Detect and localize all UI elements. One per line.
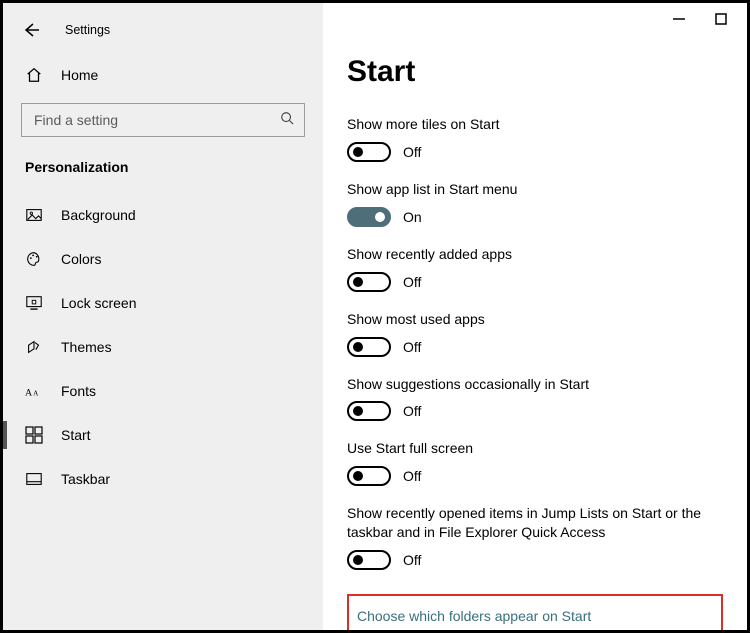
setting-label: Show recently added apps — [347, 245, 723, 264]
lock-screen-icon — [25, 294, 43, 312]
toggle-switch[interactable] — [347, 142, 391, 162]
maximize-button[interactable] — [715, 13, 727, 25]
setting-label: Show more tiles on Start — [347, 115, 723, 134]
toggle-switch[interactable] — [347, 550, 391, 570]
sidebar-item-start[interactable]: Start — [3, 413, 323, 457]
toggle-switch[interactable] — [347, 272, 391, 292]
sidebar: Settings Home Personalization — [3, 3, 323, 630]
toggle-switch[interactable] — [347, 337, 391, 357]
search-icon — [280, 111, 294, 130]
sidebar-item-label: Start — [61, 427, 91, 443]
toggle-switch[interactable] — [347, 466, 391, 486]
toggle-switch[interactable] — [347, 207, 391, 227]
svg-text:A: A — [33, 390, 39, 398]
setting-row: Show more tiles on Start Off — [347, 115, 723, 162]
main-content: Start Show more tiles on Start Off Show ap… — [323, 3, 747, 630]
setting-row: Show recently added apps Off — [347, 245, 723, 292]
setting-label: Show most used apps — [347, 310, 723, 329]
setting-label: Show suggestions occasionally in Start — [347, 375, 723, 394]
palette-icon — [25, 250, 43, 268]
search-input[interactable] — [32, 111, 252, 129]
page-title: Start — [347, 55, 723, 89]
toggle-state-text: Off — [403, 274, 421, 290]
svg-text:A: A — [25, 388, 33, 399]
home-nav[interactable]: Home — [3, 53, 323, 97]
sidebar-item-themes[interactable]: Themes — [3, 325, 323, 369]
toggle-state-text: Off — [403, 468, 421, 484]
sidebar-item-label: Taskbar — [61, 471, 110, 487]
app-title: Settings — [65, 23, 110, 37]
sidebar-item-lock-screen[interactable]: Lock screen — [3, 281, 323, 325]
choose-folders-link[interactable]: Choose which folders appear on Start — [347, 594, 723, 630]
sidebar-item-label: Themes — [61, 339, 112, 355]
setting-row: Show app list in Start menu On — [347, 180, 723, 227]
taskbar-icon — [25, 470, 43, 488]
fonts-icon: AA — [25, 382, 43, 400]
setting-row: Show most used apps Off — [347, 310, 723, 357]
themes-icon — [25, 338, 43, 356]
setting-row: Show recently opened items in Jump Lists… — [347, 504, 723, 570]
setting-label: Use Start full screen — [347, 439, 723, 458]
picture-icon — [25, 206, 43, 224]
setting-row: Use Start full screen Off — [347, 439, 723, 486]
sidebar-item-label: Fonts — [61, 383, 96, 399]
toggle-switch[interactable] — [347, 401, 391, 421]
search-box[interactable] — [21, 103, 305, 137]
sidebar-item-label: Background — [61, 207, 136, 223]
minimize-button[interactable] — [673, 13, 685, 25]
sidebar-item-fonts[interactable]: AA Fonts — [3, 369, 323, 413]
sidebar-item-label: Colors — [61, 251, 101, 267]
toggle-state-text: On — [403, 209, 422, 225]
setting-row: Show suggestions occasionally in Start Of… — [347, 375, 723, 422]
start-icon — [25, 426, 43, 444]
sidebar-item-label: Lock screen — [61, 295, 136, 311]
back-button[interactable] — [21, 21, 39, 39]
category-heading: Personalization — [3, 147, 323, 193]
toggle-state-text: Off — [403, 144, 421, 160]
home-label: Home — [61, 67, 98, 83]
sidebar-item-colors[interactable]: Colors — [3, 237, 323, 281]
sidebar-item-taskbar[interactable]: Taskbar — [3, 457, 323, 501]
home-icon — [25, 66, 43, 84]
toggle-state-text: Off — [403, 339, 421, 355]
setting-label: Show recently opened items in Jump Lists… — [347, 504, 723, 542]
setting-label: Show app list in Start menu — [347, 180, 723, 199]
toggle-state-text: Off — [403, 403, 421, 419]
toggle-state-text: Off — [403, 552, 421, 568]
sidebar-item-background[interactable]: Background — [3, 193, 323, 237]
